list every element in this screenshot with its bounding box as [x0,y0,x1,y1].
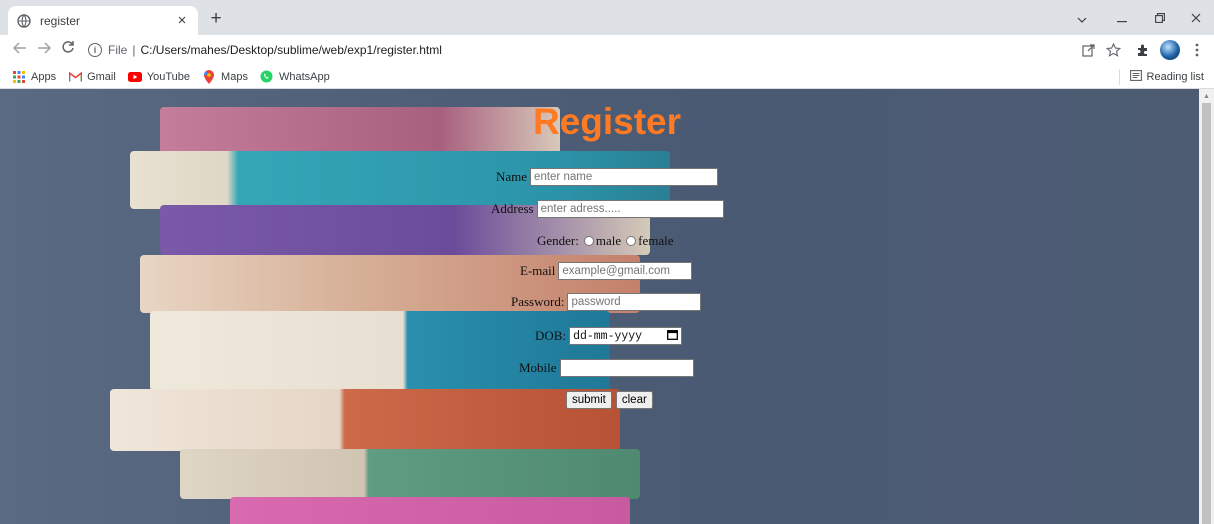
book-shape [110,389,620,451]
tab-register[interactable]: register × [8,6,198,35]
gender-label: Gender: [537,233,579,248]
mobile-input[interactable] [559,359,694,377]
email-label: E-mail [520,263,556,278]
password-input[interactable] [567,293,702,311]
submit-button[interactable]: submit [566,391,612,409]
reading-list-icon [1129,70,1142,84]
bookmark-label: Apps [31,70,57,83]
bookmark-maps[interactable]: Maps [202,69,248,84]
dob-label: DOB: [535,328,567,343]
password-label: Password: [511,294,565,309]
mobile-row: Mobile [519,359,694,377]
restore-icon[interactable] [1148,8,1172,28]
page-title: Register [532,101,682,142]
male-radio[interactable] [583,236,594,246]
info-icon[interactable]: i [88,43,102,57]
bookmark-label: YouTube [146,70,191,83]
apps-grid-icon [12,70,26,84]
book-shape [230,497,630,524]
new-tab-button[interactable]: + [206,9,226,29]
tab-search-icon[interactable] [1070,8,1094,28]
bookmark-youtube[interactable]: YouTube [127,70,191,84]
close-window-icon[interactable] [1184,8,1208,28]
name-label: Name [496,169,528,184]
name-row: Name [496,168,719,186]
scrollbar-thumb[interactable] [1202,103,1211,524]
address-row: Address [491,200,724,218]
book-shape [180,449,640,499]
address-input[interactable] [536,200,724,218]
maps-pin-icon [202,69,216,84]
female-radio[interactable] [626,236,637,246]
back-icon[interactable] [10,40,30,60]
mobile-label: Mobile [519,360,557,375]
bookmark-gmail[interactable]: Gmail [68,70,116,84]
forward-icon[interactable] [34,40,54,60]
menu-kebab-icon[interactable] [1188,41,1206,59]
address-label: Address [491,201,534,216]
dob-row: DOB: dd-mm-yyyy [535,327,683,345]
tab-close-icon[interactable]: × [174,12,190,29]
url-separator: | [132,43,136,57]
vertical-scrollbar[interactable]: ▲ [1199,89,1214,524]
bookmark-label: WhatsApp [278,70,330,83]
bookmark-star-icon[interactable] [1104,41,1122,59]
browser-toolbar: i File | C:/Users/mahes/Desktop/sublime/… [0,35,1214,65]
male-label: male [595,233,622,248]
gender-row: Gender: male female [537,233,674,249]
female-label: female [638,233,674,248]
email-row: E-mail [520,262,693,280]
url-scheme: File [108,43,128,57]
minimize-icon[interactable] [1110,8,1134,28]
clear-button[interactable]: clear [615,391,653,409]
tab-title: register [40,13,81,28]
whatsapp-icon [260,70,274,84]
bookmark-label: Maps [221,70,248,83]
dob-placeholder: dd-mm-yyyy [573,329,643,343]
address-bar[interactable]: i File | C:/Users/mahes/Desktop/sublime/… [88,39,1118,61]
bookmark-whatsapp[interactable]: WhatsApp [260,70,330,84]
form-buttons: submit clear [566,391,657,409]
gmail-icon [68,70,82,84]
reading-list-button[interactable]: Reading list [1118,65,1204,89]
email-input[interactable] [558,262,693,280]
bookmark-label: Gmail [87,70,116,83]
share-icon[interactable] [1080,41,1098,59]
profile-avatar[interactable] [1160,40,1180,60]
name-input[interactable] [530,168,719,186]
tab-strip: register × + [0,0,1214,35]
globe-icon [16,13,32,29]
password-row: Password: [511,293,702,311]
extensions-icon[interactable] [1134,41,1152,59]
book-shape [150,311,610,391]
bookmarks-bar: Apps Gmail YouTube Maps WhatsApp Reading… [0,65,1214,89]
reading-list-label: Reading list [1146,71,1204,83]
calendar-icon[interactable] [667,329,679,344]
url-text: C:/Users/mahes/Desktop/sublime/web/exp1/… [140,43,442,57]
page-viewport: ▲ Register Name Address Gender: male fem… [0,89,1214,524]
reload-icon[interactable] [58,40,78,60]
bookmark-apps[interactable]: Apps [12,70,56,84]
scroll-up-icon[interactable]: ▲ [1203,93,1210,100]
dob-input[interactable]: dd-mm-yyyy [569,327,683,345]
youtube-icon [127,70,142,84]
bookmarks-divider [1118,69,1120,85]
